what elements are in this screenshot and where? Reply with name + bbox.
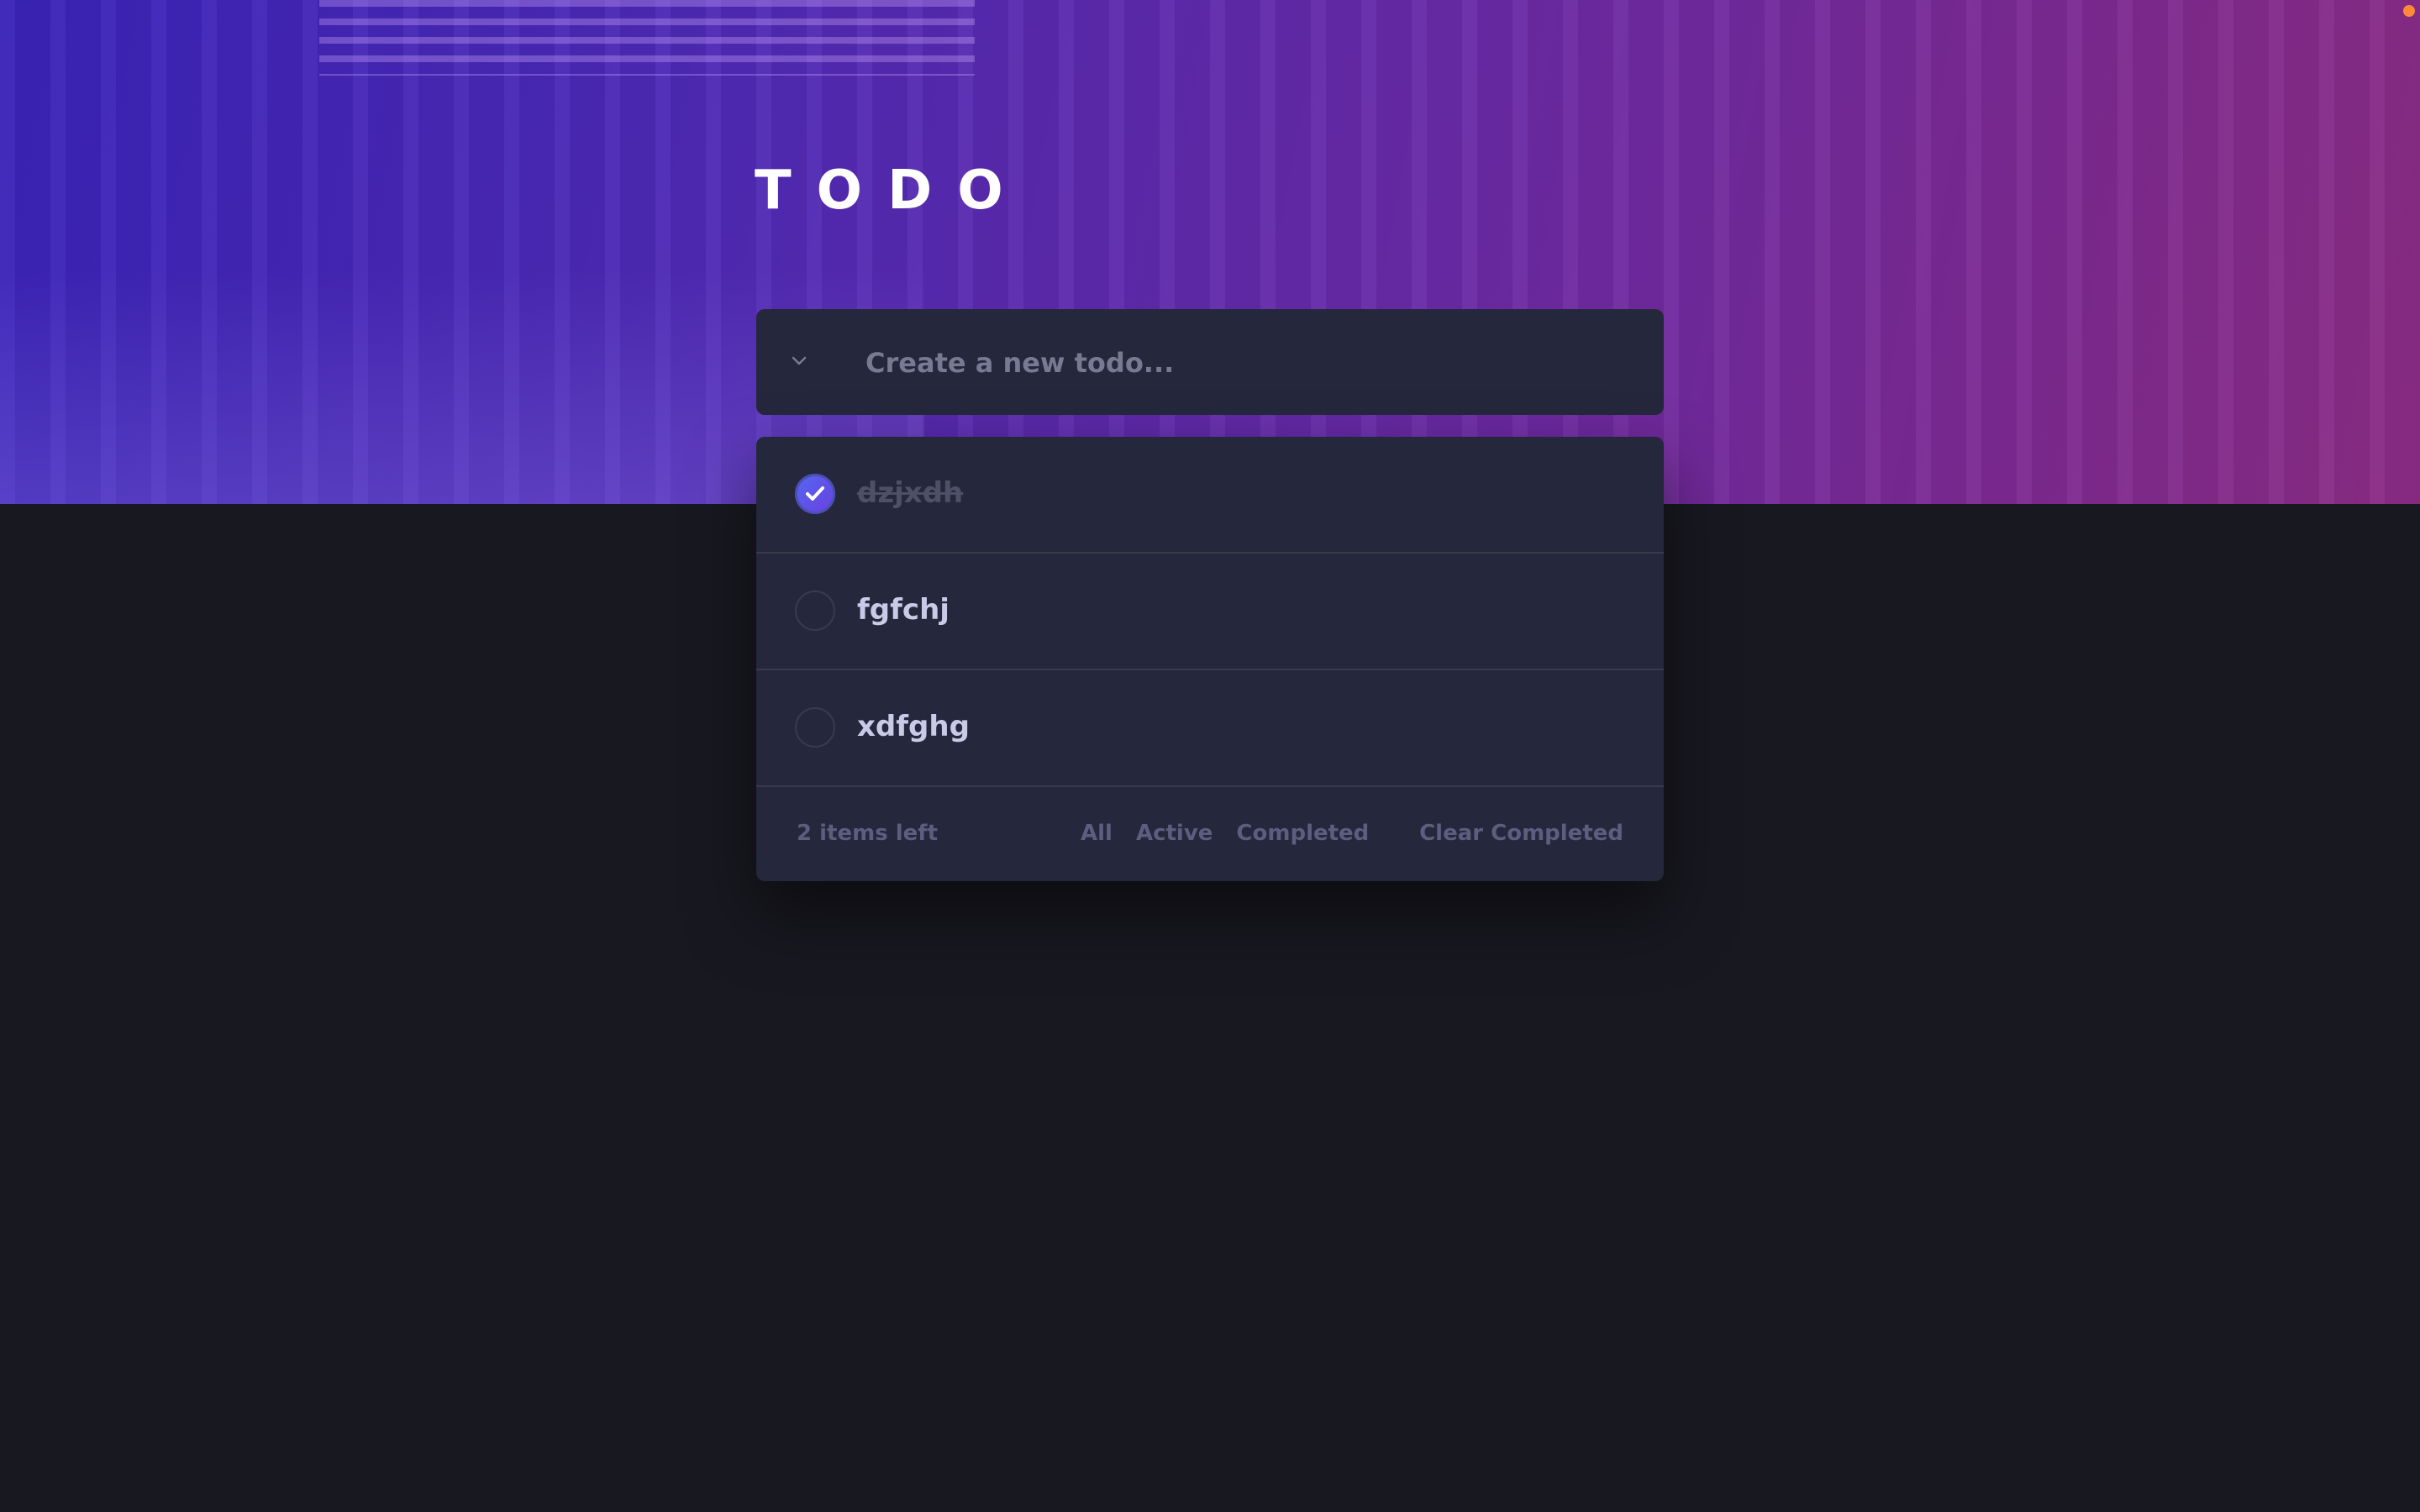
todo-item-text[interactable]: fgfchj bbox=[857, 589, 950, 631]
todo-list: dzjxdh fgfchj xdfghg 2 items left All Ac… bbox=[756, 437, 1664, 881]
header-background-image bbox=[0, 0, 2420, 504]
items-left-count: 2 items left bbox=[797, 821, 939, 846]
todo-footer: 2 items left All Active Completed Clear … bbox=[756, 787, 1664, 881]
page-title: TODO bbox=[755, 160, 1028, 222]
status-dot bbox=[2403, 5, 2415, 17]
filter-all[interactable]: All bbox=[1081, 821, 1113, 846]
filter-group: All Active Completed bbox=[1081, 821, 1369, 846]
todo-item-text[interactable]: dzjxdh bbox=[857, 472, 963, 514]
new-todo-bar bbox=[756, 309, 1664, 415]
filter-completed[interactable]: Completed bbox=[1236, 821, 1369, 846]
chevron-down-icon[interactable] bbox=[788, 349, 810, 371]
filter-active[interactable]: Active bbox=[1136, 821, 1213, 846]
completed-checkbox[interactable] bbox=[795, 474, 835, 514]
todo-item[interactable]: fgfchj bbox=[756, 554, 1664, 670]
todo-item[interactable]: xdfghg bbox=[756, 670, 1664, 787]
todo-item-text[interactable]: xdfghg bbox=[857, 706, 970, 748]
new-todo-input[interactable] bbox=[864, 333, 1623, 393]
background-ceiling-lights bbox=[319, 0, 975, 76]
todo-checkbox[interactable] bbox=[795, 591, 835, 631]
clear-completed-button[interactable]: Clear Completed bbox=[1419, 821, 1623, 846]
check-icon bbox=[806, 486, 824, 501]
todo-item[interactable]: dzjxdh bbox=[756, 437, 1664, 554]
todo-checkbox[interactable] bbox=[795, 707, 835, 748]
